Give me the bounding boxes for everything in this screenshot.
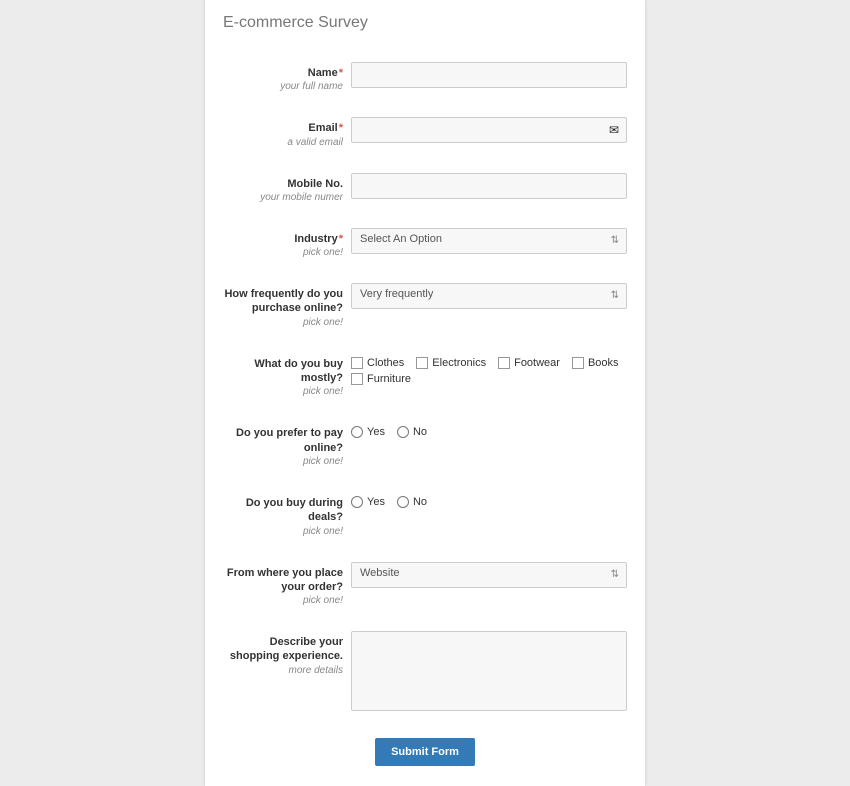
during-deals-label: Do you buy during deals? (223, 496, 343, 525)
frequency-label: How frequently do you purchase online? (223, 287, 343, 316)
form-title: E-commerce Survey (223, 14, 627, 32)
name-hint: your full name (223, 80, 343, 93)
field-describe: Describe your shopping experience. more … (223, 631, 627, 714)
industry-select[interactable]: Select An Option (351, 228, 627, 254)
pay-online-label: Do you prefer to pay online? (223, 426, 343, 455)
during-deals-options: Yes No (351, 492, 627, 508)
field-pay-online: Do you prefer to pay online? pick one! Y… (223, 422, 627, 468)
email-input[interactable] (351, 117, 627, 143)
industry-label: Industry* (223, 232, 343, 246)
buy-mostly-options: Clothes Electronics Footwear Books Furni… (351, 353, 627, 385)
field-place-order: From where you place your order? pick on… (223, 562, 627, 608)
submit-row: Submit Form (223, 738, 627, 766)
industry-hint: pick one! (223, 246, 343, 259)
field-name: Name* your full name (223, 62, 627, 93)
check-books[interactable]: Books (572, 357, 619, 369)
email-label: Email* (223, 121, 343, 135)
frequency-select[interactable]: Very frequently (351, 283, 627, 309)
pay-online-options: Yes No (351, 422, 627, 438)
mobile-input[interactable] (351, 173, 627, 199)
mobile-label: Mobile No. (223, 177, 343, 191)
field-buy-mostly: What do you buy mostly? pick one! Clothe… (223, 353, 627, 399)
field-mobile: Mobile No. your mobile numer (223, 173, 627, 204)
place-order-hint: pick one! (223, 594, 343, 607)
field-email: Email* a valid email ✉ (223, 117, 627, 148)
submit-button[interactable]: Submit Form (375, 738, 475, 766)
check-clothes[interactable]: Clothes (351, 357, 404, 369)
pay-online-hint: pick one! (223, 455, 343, 468)
check-electronics[interactable]: Electronics (416, 357, 486, 369)
field-frequency: How frequently do you purchase online? p… (223, 283, 627, 329)
describe-label: Describe your shopping experience. (223, 635, 343, 664)
describe-hint: more details (223, 664, 343, 677)
name-input[interactable] (351, 62, 627, 88)
place-order-label: From where you place your order? (223, 566, 343, 595)
radio-deals-no[interactable]: No (397, 496, 427, 508)
check-furniture[interactable]: Furniture (351, 373, 627, 385)
radio-deals-yes[interactable]: Yes (351, 496, 385, 508)
check-footwear[interactable]: Footwear (498, 357, 560, 369)
name-label: Name* (223, 66, 343, 80)
field-during-deals: Do you buy during deals? pick one! Yes N… (223, 492, 627, 538)
place-order-select[interactable]: Website (351, 562, 627, 588)
frequency-hint: pick one! (223, 316, 343, 329)
during-deals-hint: pick one! (223, 525, 343, 538)
mobile-hint: your mobile numer (223, 191, 343, 204)
radio-pay-no[interactable]: No (397, 426, 427, 438)
field-industry: Industry* pick one! Select An Option ⇅ (223, 228, 627, 259)
buy-mostly-hint: pick one! (223, 385, 343, 398)
survey-form: E-commerce Survey Name* your full name E… (205, 0, 645, 786)
describe-textarea[interactable] (351, 631, 627, 711)
radio-pay-yes[interactable]: Yes (351, 426, 385, 438)
buy-mostly-label: What do you buy mostly? (223, 357, 343, 386)
email-hint: a valid email (223, 136, 343, 149)
